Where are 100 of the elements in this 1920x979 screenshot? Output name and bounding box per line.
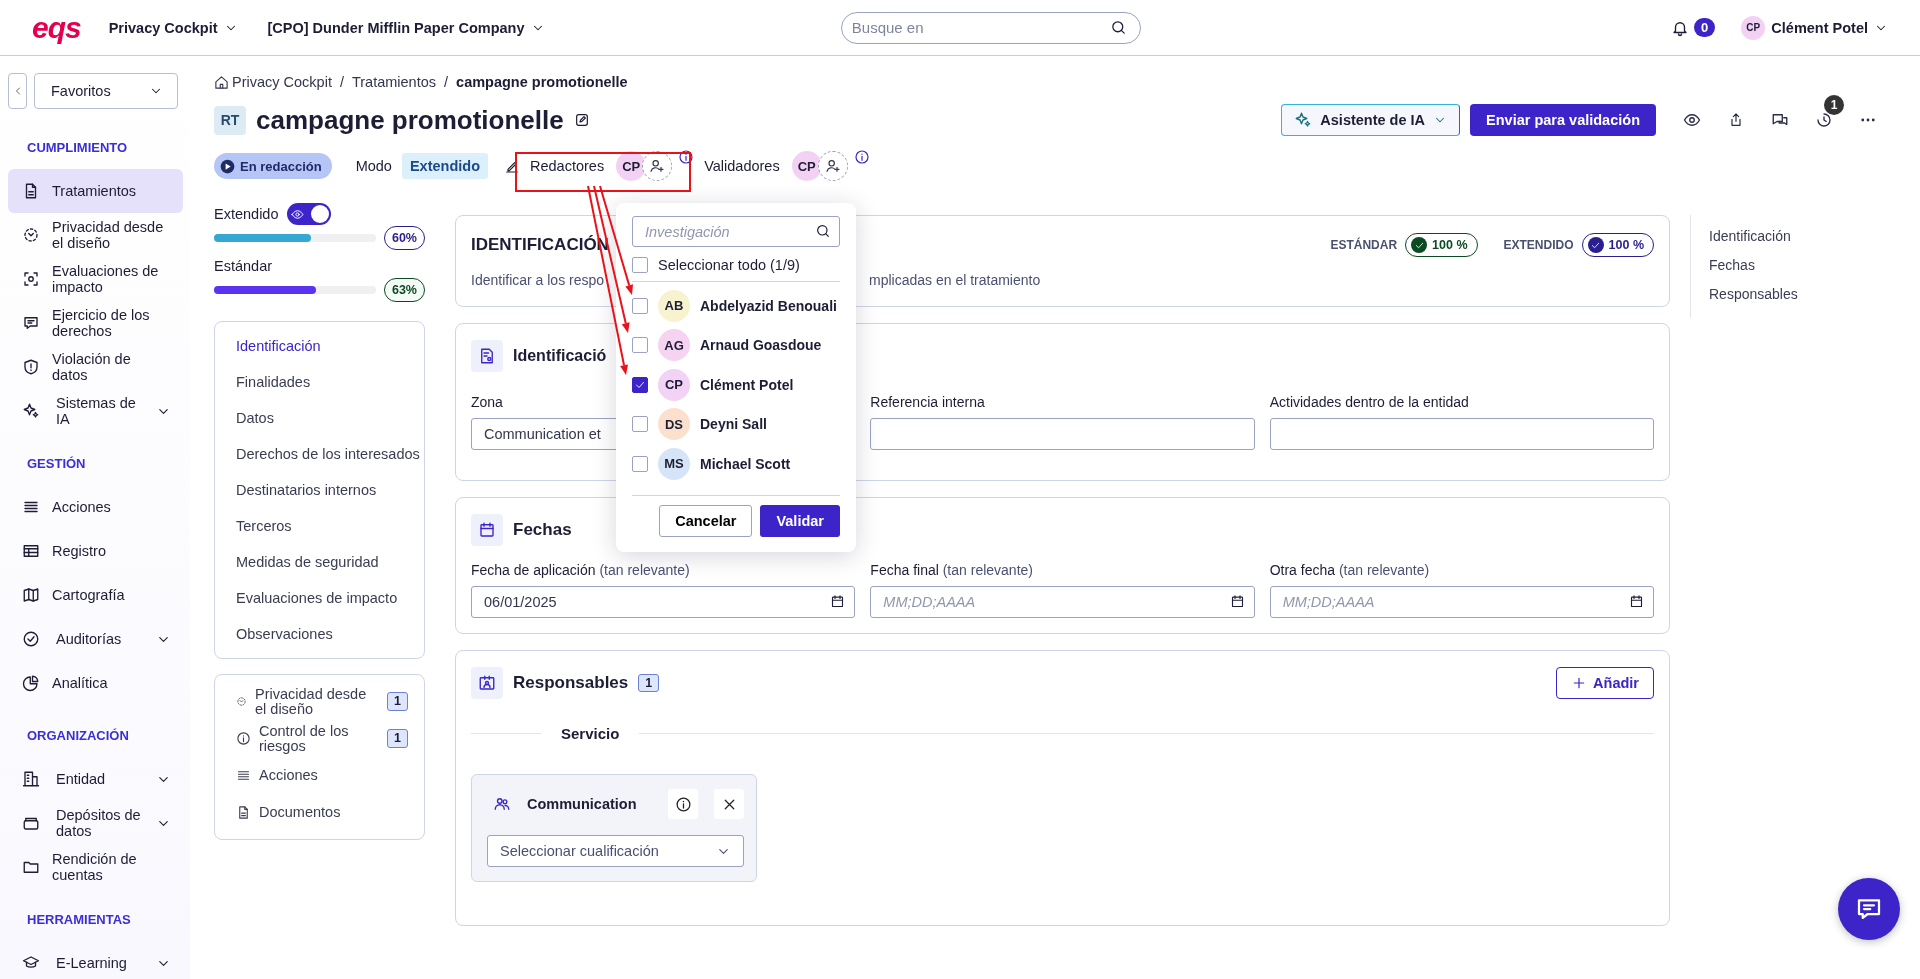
scan-icon — [22, 270, 40, 288]
section-nav-link[interactable]: Derechos de los interesados — [215, 436, 424, 472]
toc-link[interactable]: Responsables — [1709, 285, 1798, 314]
person-name: Abdelyazid Benouali — [700, 297, 837, 314]
user-avatar: MS — [658, 447, 690, 480]
toc-link[interactable]: Identificación — [1709, 227, 1798, 256]
sidebar-item[interactable]: Depósitos de datos — [8, 801, 183, 845]
section-nav-link[interactable]: Datos — [215, 400, 424, 436]
checkbox[interactable] — [632, 416, 648, 433]
related-link[interactable]: Acciones — [215, 757, 424, 794]
sidebar-item[interactable]: Evaluaciones de impacto — [8, 257, 183, 301]
field-label: Actividades dentro de la entidad — [1269, 394, 1470, 410]
section-nav-link[interactable]: Evaluaciones de impacto — [215, 580, 424, 616]
checkbox[interactable] — [632, 455, 648, 472]
share-icon[interactable] — [1728, 112, 1744, 128]
sidebar-item[interactable]: Registro — [8, 529, 183, 573]
date-field[interactable]: 06/01/2025 — [471, 586, 856, 618]
section-nav-link[interactable]: Terceros — [215, 508, 424, 544]
search-icon — [815, 223, 831, 239]
submit-button[interactable]: Enviar para validación — [1470, 104, 1656, 136]
person-name: Arnaud Goasdoue — [700, 337, 822, 354]
field-label: Zona — [471, 394, 504, 410]
qualification-dropdown[interactable]: Seleccionar cualificación — [487, 835, 744, 867]
record-title: campagne promotionelle — [256, 104, 564, 136]
person-name: Michael Scott — [700, 455, 791, 472]
sidebar-item[interactable]: Analítica — [8, 661, 183, 705]
confirm-button[interactable]: Validar — [760, 505, 840, 537]
history-count-badge: 1 — [1824, 95, 1844, 115]
dashed-circle-icon — [22, 226, 40, 244]
card-title: Identificació — [513, 347, 607, 365]
help-chat-button[interactable] — [1838, 878, 1900, 940]
role-label: Redactores — [530, 158, 605, 174]
text-field[interactable] — [1269, 418, 1654, 450]
speech-bubble-icon — [22, 314, 40, 332]
user-avatar: CP — [791, 151, 822, 181]
sidebar-item[interactable]: Privacidad desde el diseño — [8, 213, 183, 257]
sidebar-item[interactable]: E-Learning — [8, 941, 183, 979]
ai-assistant-button[interactable]: Asistente de IA — [1281, 104, 1461, 136]
info-icon[interactable] — [678, 149, 695, 165]
progress-label: Extendido — [214, 206, 279, 222]
info-button[interactable] — [668, 789, 698, 819]
toc-link[interactable]: Fechas — [1709, 256, 1798, 285]
edit-icon[interactable] — [573, 112, 590, 128]
user-menu[interactable]: CP Clément Potel — [1735, 14, 1894, 41]
section-nav-link[interactable]: Observaciones — [215, 616, 424, 652]
field-label: Fecha final (tan relevante) — [870, 562, 1034, 578]
eye-icon[interactable] — [1683, 111, 1701, 129]
section-nav-link[interactable]: Destinatarios internos — [215, 472, 424, 508]
score-label: EXTENDIDO — [1503, 238, 1574, 252]
list-icon — [236, 768, 251, 783]
checkbox[interactable] — [632, 337, 648, 354]
add-button[interactable]: Añadir — [1556, 667, 1654, 699]
checkbox[interactable] — [632, 376, 648, 393]
field-label: Referencia interna — [870, 394, 986, 410]
module-dropdown[interactable]: Privacy Cockpit — [104, 15, 242, 40]
text-field[interactable] — [870, 418, 1255, 450]
sidebar-item[interactable]: Tratamientos — [8, 169, 183, 213]
date-field[interactable]: MM;DD;AAAA — [870, 586, 1255, 618]
add-user-button[interactable] — [817, 151, 848, 181]
section-nav-link[interactable]: Medidas de seguridad — [215, 544, 424, 580]
section-description: mplicadas en el tratamiento — [869, 272, 1041, 288]
sidebar-item[interactable]: Cartografía — [8, 573, 183, 617]
sidebar-item[interactable]: Auditorías — [8, 617, 183, 661]
sidebar-item[interactable]: Violación de datos — [8, 345, 183, 389]
sidebar-item[interactable]: Sistemas de IA — [8, 389, 183, 433]
visibility-toggle[interactable] — [286, 203, 331, 225]
checkbox[interactable] — [632, 297, 648, 314]
cancel-button[interactable]: Cancelar — [659, 505, 753, 537]
section-nav-link[interactable]: Identificación — [215, 328, 424, 364]
mode-label: Modo — [355, 158, 392, 174]
info-icon — [674, 795, 692, 813]
search-field[interactable]: Busque en — [840, 11, 1141, 44]
breadcrumb-separator: / — [444, 74, 449, 90]
calendar-icon — [830, 594, 846, 609]
map-icon — [22, 586, 40, 604]
field-label: Fecha de aplicación (tan relevante) — [471, 562, 691, 578]
related-link[interactable]: Control de los riesgos 1 — [215, 720, 424, 757]
card-title: Fechas — [513, 520, 572, 540]
module-dropdown[interactable]: [CPO] Dunder Mifflin Paper Company — [263, 15, 549, 40]
history-icon[interactable] — [1815, 111, 1833, 129]
breadcrumb-link[interactable]: Tratamientos — [351, 74, 437, 90]
related-link[interactable]: Documentos — [215, 794, 424, 831]
sidebar-item[interactable]: Acciones — [8, 485, 183, 529]
related-link[interactable]: Privacidad desde el diseño 1 — [215, 683, 424, 720]
checkbox[interactable] — [632, 256, 648, 273]
breadcrumb-separator: / — [339, 74, 344, 90]
breadcrumb-link[interactable]: Privacy Cockpit — [214, 74, 332, 90]
record-type-badge: RT — [214, 105, 246, 135]
date-field[interactable]: MM;DD;AAAA — [1269, 586, 1654, 618]
sidebar-item[interactable]: Rendición de cuentas — [8, 845, 183, 889]
search-field[interactable]: Investigación — [632, 216, 840, 247]
sidebar-item[interactable]: Ejercicio de los derechos — [8, 301, 183, 345]
sidebar-item[interactable]: Entidad — [8, 757, 183, 801]
count-badge: 1 — [387, 692, 408, 711]
close-button[interactable] — [714, 789, 744, 819]
section-nav-link[interactable]: Finalidades — [215, 364, 424, 400]
add-user-button[interactable] — [642, 151, 673, 181]
favorites-dropdown[interactable]: Favoritos — [34, 73, 178, 109]
score-label: ESTÁNDAR — [1330, 238, 1398, 252]
info-icon[interactable] — [853, 149, 870, 165]
